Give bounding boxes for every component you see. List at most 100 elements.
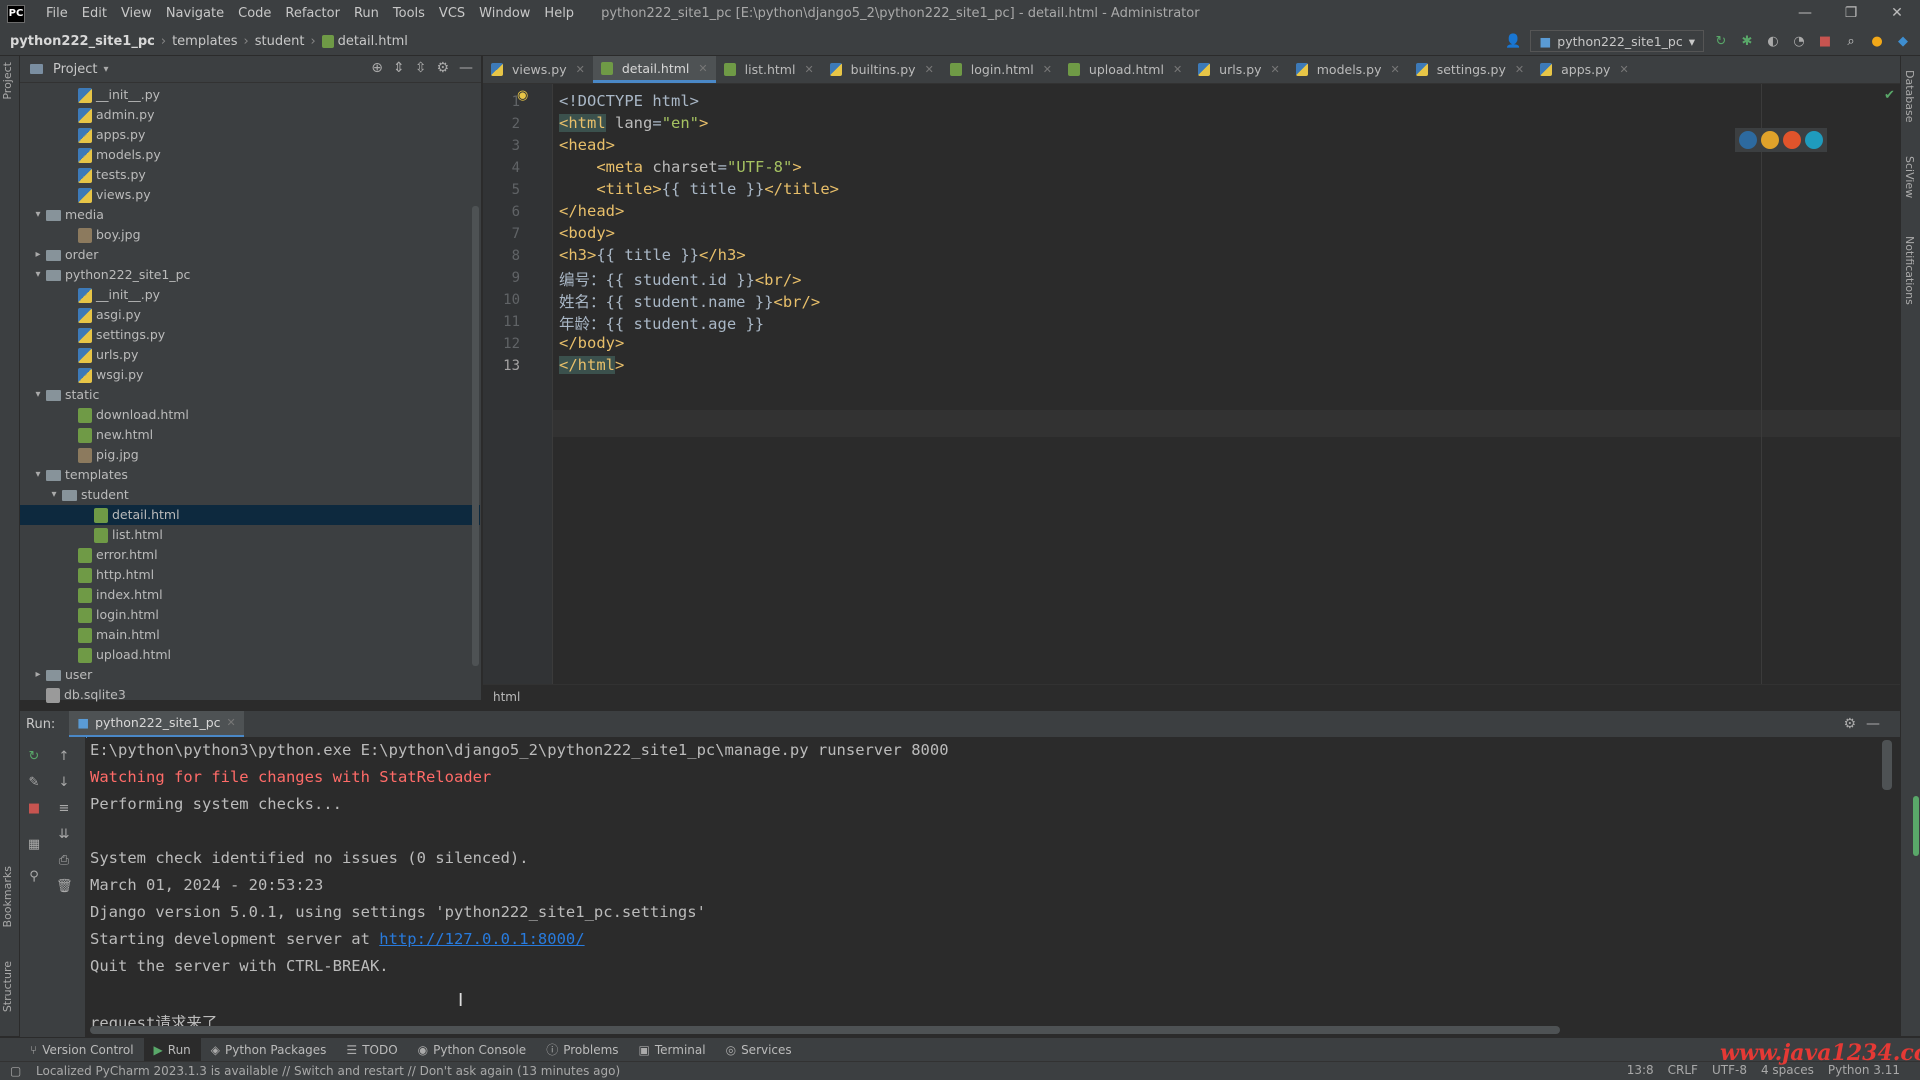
caret-position[interactable]: 13:8 <box>1627 1063 1654 1077</box>
menu-item-window[interactable]: Window <box>472 6 537 21</box>
structure-tool-button[interactable]: Structure <box>1 961 14 1012</box>
python-django-icon[interactable]: ◉ <box>517 88 528 103</box>
tree-item[interactable]: detail.html <box>20 505 480 525</box>
tree-item[interactable]: ▾ static <box>20 385 480 405</box>
restore-button[interactable]: ❐ <box>1828 0 1874 27</box>
close-tab-icon[interactable]: ✕ <box>1043 63 1052 76</box>
chevron-down-icon[interactable]: ▾ <box>32 385 44 405</box>
tree-item[interactable]: ▸ order <box>20 245 480 265</box>
profile-icon[interactable]: ◔ <box>1790 32 1808 50</box>
tree-item[interactable]: wsgi.py <box>20 365 480 385</box>
line-number[interactable]: 11 <box>496 314 520 330</box>
hide-icon[interactable]: — <box>459 60 473 76</box>
line-number[interactable]: 10 <box>496 292 520 308</box>
editor-tab[interactable]: urls.py ✕ <box>1190 56 1288 83</box>
tree-item[interactable]: tests.py <box>20 165 480 185</box>
pycharm-browser-icon[interactable] <box>1739 131 1757 149</box>
chevron-down-icon[interactable]: ▾ <box>32 465 44 485</box>
breadcrumb-file[interactable]: detail.html <box>338 34 408 49</box>
tool-window-services[interactable]: ◎ Services <box>716 1038 802 1062</box>
tool-window-python-console[interactable]: ◉ Python Console <box>408 1038 537 1062</box>
minimize-button[interactable]: — <box>1782 0 1828 27</box>
tool-window-run[interactable]: ▶ Run <box>143 1037 201 1062</box>
close-tab-icon[interactable]: ✕ <box>1515 63 1524 76</box>
tree-item[interactable]: new.html <box>20 425 480 445</box>
line-number[interactable]: 3 <box>496 138 520 154</box>
line-separator[interactable]: CRLF <box>1668 1063 1698 1077</box>
editor-tab[interactable]: list.html ✕ <box>716 56 822 83</box>
line-number[interactable]: 2 <box>496 116 520 132</box>
chrome-icon[interactable] <box>1761 131 1779 149</box>
tree-item[interactable]: settings.py <box>20 325 480 345</box>
breadcrumb-student[interactable]: student <box>255 34 305 49</box>
code-line[interactable]: <body> <box>559 224 615 242</box>
tree-item[interactable]: ▸ user <box>20 665 480 685</box>
jetbrains-icon[interactable]: ◆ <box>1894 32 1912 50</box>
stop-icon[interactable]: ■ <box>1816 32 1834 50</box>
code-line[interactable]: 年龄：{{ student.age }} <box>559 312 764 334</box>
code-line[interactable]: </body> <box>559 334 624 352</box>
tree-item[interactable]: ▾ python222_site1_pc <box>20 265 480 285</box>
locate-icon[interactable]: ⊕ <box>371 60 383 76</box>
layout-icon[interactable]: ▦ <box>26 837 42 853</box>
editor-tab[interactable]: models.py ✕ <box>1288 56 1408 83</box>
line-number[interactable]: 9 <box>496 270 520 286</box>
close-tab-icon[interactable]: ✕ <box>1173 63 1182 76</box>
collapse-all-icon[interactable]: ⇳ <box>415 60 427 76</box>
tree-item[interactable]: pig.jpg <box>20 445 480 465</box>
editor-tab[interactable]: login.html ✕ <box>942 56 1060 83</box>
tree-item[interactable]: admin.py <box>20 105 480 125</box>
tree-item[interactable]: models.py <box>20 145 480 165</box>
notifications-tool-button[interactable]: Notifications <box>1903 236 1916 305</box>
rerun-icon[interactable]: ↻ <box>1712 32 1730 50</box>
server-url-link[interactable]: http://127.0.0.1:8000/ <box>379 930 584 948</box>
user-icon[interactable]: 👤 <box>1504 32 1522 50</box>
code-line[interactable]: <meta charset="UTF-8"> <box>559 158 801 176</box>
close-tab-icon[interactable]: ✕ <box>227 716 236 729</box>
search-icon[interactable]: ⌕ <box>1842 32 1860 50</box>
firefox-icon[interactable] <box>1783 131 1801 149</box>
update-icon[interactable]: ● <box>1868 32 1886 50</box>
tree-item[interactable]: list.html <box>20 525 480 545</box>
editor-tab[interactable]: settings.py ✕ <box>1408 56 1532 83</box>
tree-item[interactable]: download.html <box>20 405 480 425</box>
editor-breadcrumb-html[interactable]: html <box>493 690 520 704</box>
close-button[interactable]: ✕ <box>1874 0 1920 27</box>
tree-item[interactable]: asgi.py <box>20 305 480 325</box>
chevron-down-icon[interactable]: ▾ <box>32 265 44 285</box>
code-line[interactable]: <!DOCTYPE html> <box>559 92 699 110</box>
code-line[interactable]: </html> <box>559 356 624 374</box>
stop-icon[interactable]: ■ <box>26 801 42 817</box>
tree-item[interactable]: ▾ templates <box>20 465 480 485</box>
menu-item-navigate[interactable]: Navigate <box>159 6 231 21</box>
debug-icon[interactable]: ✱ <box>1738 32 1756 50</box>
line-number[interactable]: 8 <box>496 248 520 264</box>
code-line[interactable]: </head> <box>559 202 624 220</box>
check-icon[interactable]: ✔ <box>1884 88 1895 103</box>
close-tab-icon[interactable]: ✕ <box>698 62 707 75</box>
close-tab-icon[interactable]: ✕ <box>804 63 813 76</box>
chevron-down-icon[interactable]: ▾ <box>32 205 44 225</box>
line-number[interactable]: 13 <box>496 358 520 374</box>
tool-window-terminal[interactable]: ▣ Terminal <box>629 1038 716 1062</box>
code-line[interactable]: <title>{{ title }}</title> <box>559 180 839 198</box>
editor-tab[interactable]: detail.html ✕ <box>592 56 716 83</box>
tree-item[interactable]: boy.jpg <box>20 225 480 245</box>
project-panel-title[interactable]: Project <box>53 62 97 77</box>
menu-item-refactor[interactable]: Refactor <box>278 6 347 21</box>
menu-item-file[interactable]: File <box>39 6 75 21</box>
status-message[interactable]: Localized PyCharm 2023.1.3 is available … <box>36 1064 620 1078</box>
tree-item[interactable]: main.html <box>20 625 480 645</box>
edge-icon[interactable] <box>1805 131 1823 149</box>
run-tab[interactable]: ■ python222_site1_pc ✕ <box>69 710 244 738</box>
expand-all-icon[interactable]: ⇕ <box>393 60 405 76</box>
project-tool-button[interactable]: Project <box>1 62 14 100</box>
close-tab-icon[interactable]: ✕ <box>576 63 585 76</box>
editor-tab[interactable]: views.py ✕ <box>483 56 593 83</box>
code-line[interactable]: 编号：{{ student.id }}<br/> <box>559 268 801 290</box>
tool-window-todo[interactable]: ☰ TODO <box>336 1038 407 1062</box>
chevron-down-icon[interactable]: ▾ <box>103 64 108 75</box>
wrench-icon[interactable]: ✎ <box>26 775 42 791</box>
editor-tab[interactable]: upload.html ✕ <box>1060 56 1190 83</box>
tool-window-version-control[interactable]: ⑂ Version Control <box>20 1038 144 1062</box>
